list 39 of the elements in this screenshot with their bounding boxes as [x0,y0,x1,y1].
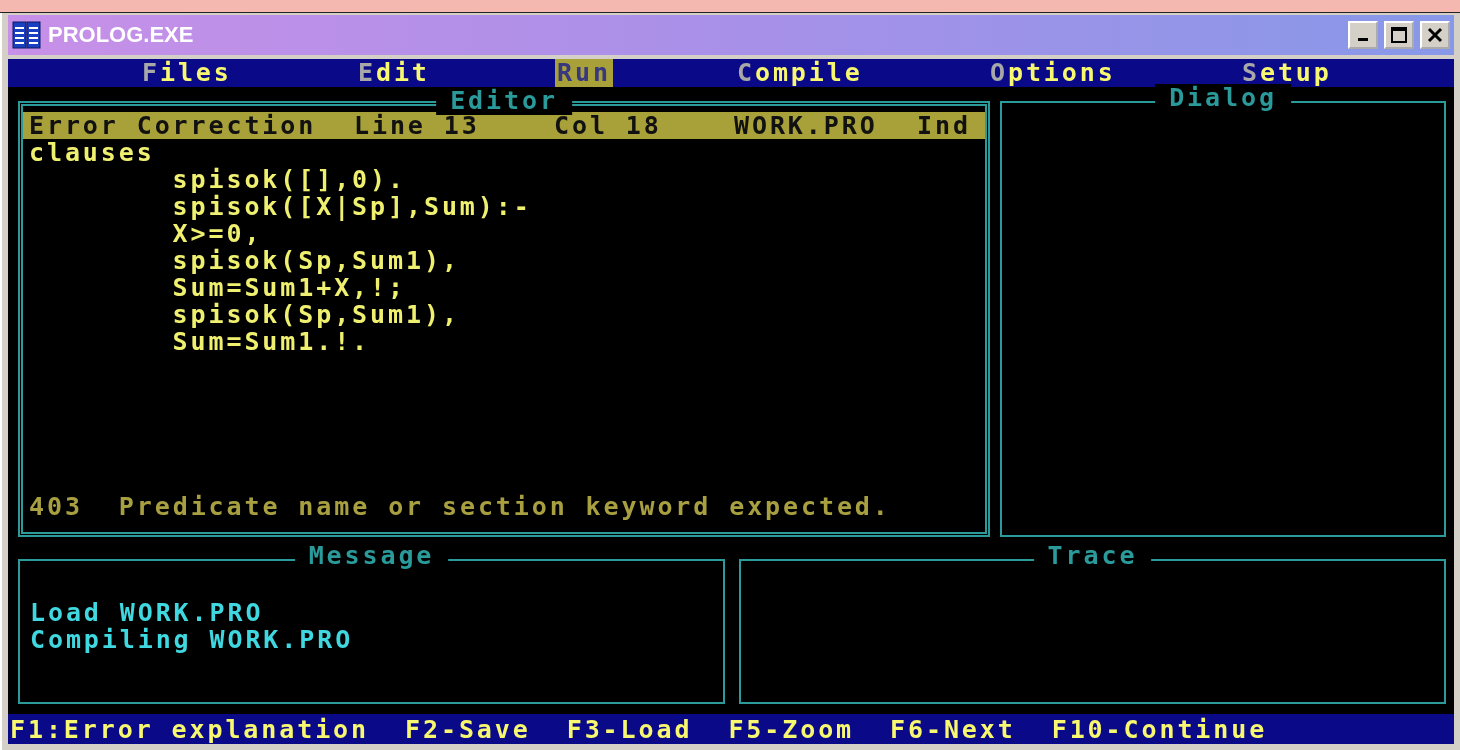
window-title: PROLOG.EXE [48,22,195,48]
menu-item[interactable]: Options [988,59,1118,87]
menu-item[interactable]: Compile [735,59,865,87]
close-button[interactable] [1420,21,1450,49]
code-line: spisok([],0). [171,166,406,193]
status-field: Col 18 [554,112,734,139]
status-field: Line 13 [354,112,554,139]
code-line: Sum=Sum1.!. [171,328,371,355]
status-field: Error Correction [29,112,354,139]
book-icon [12,20,42,50]
status-field: WORK.PRO [734,112,917,139]
error-message: Predicate name or section keyword expected. [118,493,891,520]
minimize-button[interactable] [1348,21,1378,49]
message-line: Compiling WORK.PRO [30,626,355,653]
function-key-hint: F1:Error explanation [10,714,370,744]
function-key-hint: F6-Next [890,714,1016,744]
code-line: Sum=Sum1+X,!; [171,274,406,301]
function-key-hint: F5-Zoom [728,714,855,744]
code-line: spisok(Sp,Sum1), [171,247,461,274]
panel-title: Dialog [1155,84,1291,112]
function-key-hint: F3-Load [566,714,693,744]
message-line: Load WORK.PRO [30,599,265,626]
menu-item[interactable]: Setup [1240,59,1334,87]
status-field: Ind [917,112,985,139]
menu-item[interactable]: Edit [356,59,432,87]
code-line: spisok(Sp,Sum1), [171,301,461,328]
code-line: clauses [29,139,156,166]
function-key-hint: F10-Continue [1051,714,1268,744]
minimize-icon [1358,38,1368,41]
code-line: spisok([X|Sp],Sum):- [171,193,533,220]
menu-item[interactable]: Run [555,59,613,87]
function-key-hint: F2-Save [405,714,531,744]
menu-item[interactable]: Files [140,59,234,87]
panel-title: Editor [436,87,572,115]
maximize-button[interactable] [1384,21,1414,49]
code-line: X>=0, [171,220,263,247]
error-code: 403 [29,493,83,520]
close-icon [1427,27,1443,43]
maximize-icon [1391,27,1407,43]
